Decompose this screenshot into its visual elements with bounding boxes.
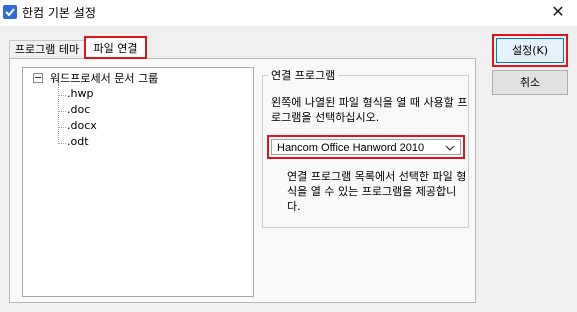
- collapse-icon[interactable]: [33, 73, 43, 83]
- program-select-highlight: Hancom Office Hanword 2010: [267, 135, 465, 159]
- association-description: 왼쪽에 나열된 파일 형식을 열 때 사용할 프로그램을 선택하십시오.: [271, 96, 468, 124]
- window-title: 한컴 기본 설정: [22, 6, 96, 20]
- program-info-text: 연결 프로그램 목록에서 선택한 파일 형식을 열 수 있는 프로그램을 제공합…: [287, 170, 467, 213]
- program-select[interactable]: Hancom Office Hanword 2010: [271, 139, 461, 155]
- close-icon[interactable]: ✕: [539, 0, 577, 26]
- group-title: 연결 프로그램: [268, 67, 339, 83]
- ok-button[interactable]: 설정(K): [496, 38, 564, 63]
- file-type-tree[interactable]: 워드프로세서 문서 그룹 .hwp .doc .docx .odt: [22, 67, 254, 297]
- ok-button-highlight: 설정(K): [492, 34, 568, 67]
- chevron-down-icon[interactable]: [445, 143, 455, 156]
- tab-file-association[interactable]: 파일 연결: [84, 36, 147, 59]
- app-check-icon: [3, 5, 17, 19]
- tab-program-theme[interactable]: 프로그램 테마: [9, 40, 85, 59]
- cancel-button[interactable]: 취소: [492, 70, 568, 95]
- tree-connector: [58, 84, 59, 144]
- tree-root-label[interactable]: 워드프로세서 문서 그룹: [50, 70, 158, 86]
- title-bar: 한컴 기본 설정 ✕: [0, 0, 577, 26]
- program-select-value: Hancom Office Hanword 2010: [277, 142, 425, 154]
